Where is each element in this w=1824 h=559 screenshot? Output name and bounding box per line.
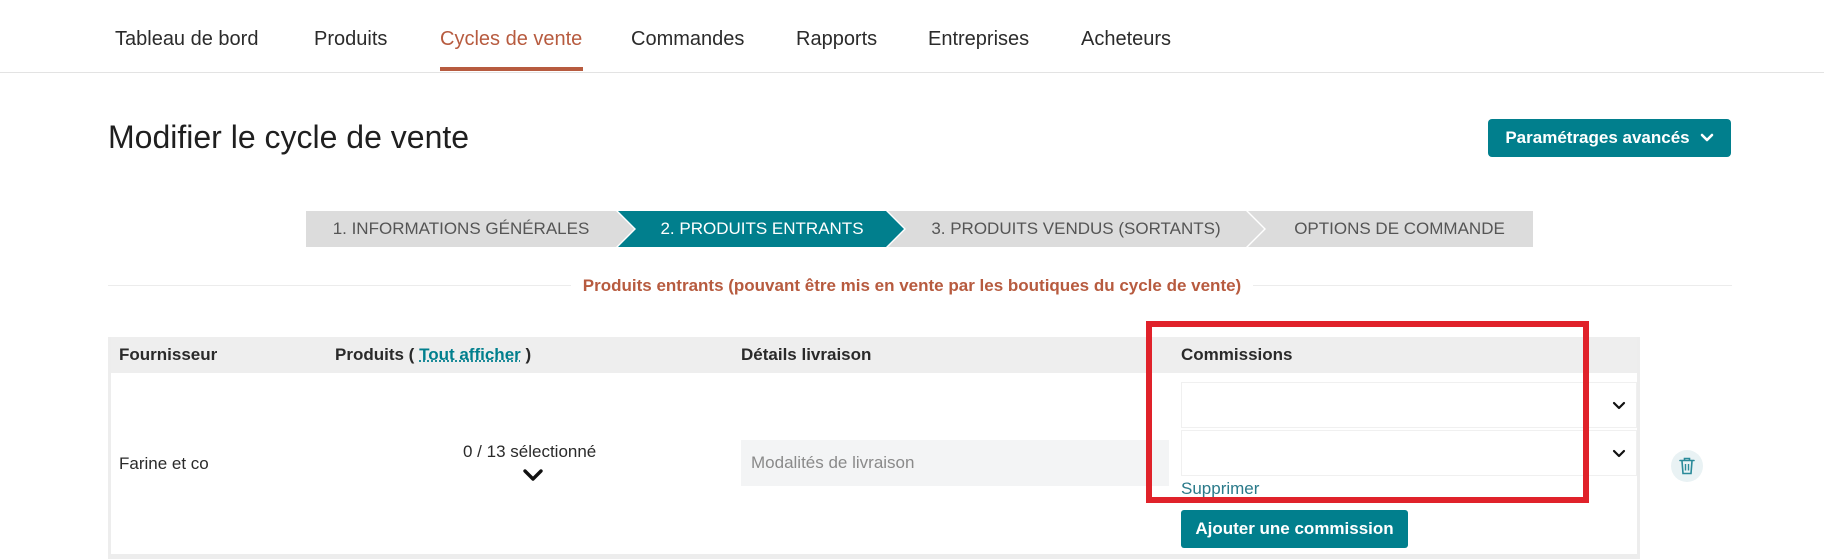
- supplier-name: Farine et co: [119, 454, 209, 473]
- delete-row-button[interactable]: [1671, 450, 1703, 482]
- chevron-down-icon: [1612, 401, 1626, 410]
- products-selected-count: 0 / 13 sélectionné: [463, 442, 597, 461]
- nav-item-rapports[interactable]: Rapports: [796, 27, 877, 51]
- table-header: Fournisseur Produits ( Tout afficher ) D…: [111, 337, 1637, 373]
- column-header-supplier: Fournisseur: [119, 345, 218, 364]
- trash-icon: [1679, 457, 1695, 475]
- commission-select-1[interactable]: [1181, 382, 1637, 428]
- table-bottom-border: [111, 554, 1637, 559]
- chevron-down-icon: [1700, 133, 1713, 142]
- advanced-settings-button[interactable]: Paramétrages avancés: [1488, 119, 1731, 157]
- nav-item-entreprises[interactable]: Entreprises: [928, 27, 1029, 51]
- section-title: Produits entrants (pouvant être mis en v…: [0, 274, 1824, 298]
- advanced-settings-label: Paramétrages avancés: [1505, 128, 1690, 147]
- nav-item-cycles-de-vente[interactable]: Cycles de vente: [440, 27, 582, 51]
- nav-item-acheteurs[interactable]: Acheteurs: [1081, 27, 1171, 51]
- nav-item-commandes[interactable]: Commandes: [631, 27, 744, 51]
- delivery-details-input[interactable]: [741, 440, 1169, 486]
- step-produits-entrants[interactable]: 2. PRODUITS ENTRANTS: [636, 211, 888, 247]
- nav-item-tableau-de-bord[interactable]: Tableau de bord: [115, 27, 258, 51]
- add-commission-button[interactable]: Ajouter une commission: [1181, 510, 1408, 548]
- commission-select-2[interactable]: [1181, 430, 1637, 476]
- column-header-delivery: Détails livraison: [741, 345, 872, 364]
- show-all-link[interactable]: Tout afficher: [419, 345, 521, 364]
- column-header-commissions: Commissions: [1181, 345, 1293, 364]
- step-informations-generales[interactable]: 1. INFORMATIONS GÉNÉRALES: [306, 211, 616, 247]
- step-options-de-commande[interactable]: OPTIONS DE COMMANDE: [1266, 211, 1533, 247]
- delete-commission-link[interactable]: Supprimer: [1181, 479, 1259, 499]
- chevron-down-icon: [1612, 449, 1626, 458]
- products-expand-chevron-icon[interactable]: [522, 467, 544, 483]
- column-header-products: Produits ( Tout afficher ): [335, 345, 532, 364]
- step-produits-vendus[interactable]: 3. PRODUITS VENDUS (SORTANTS): [906, 211, 1246, 247]
- page-title: Modifier le cycle de vente: [108, 119, 470, 155]
- incoming-products-table: Fournisseur Produits ( Tout afficher ) D…: [108, 337, 1703, 559]
- top-navigation: Tableau de bord Produits Cycles de vente…: [0, 0, 1824, 73]
- nav-item-produits[interactable]: Produits: [314, 27, 387, 51]
- active-nav-indicator: [440, 67, 583, 71]
- wizard-stepper: 1. INFORMATIONS GÉNÉRALES 2. PRODUITS EN…: [306, 211, 1533, 247]
